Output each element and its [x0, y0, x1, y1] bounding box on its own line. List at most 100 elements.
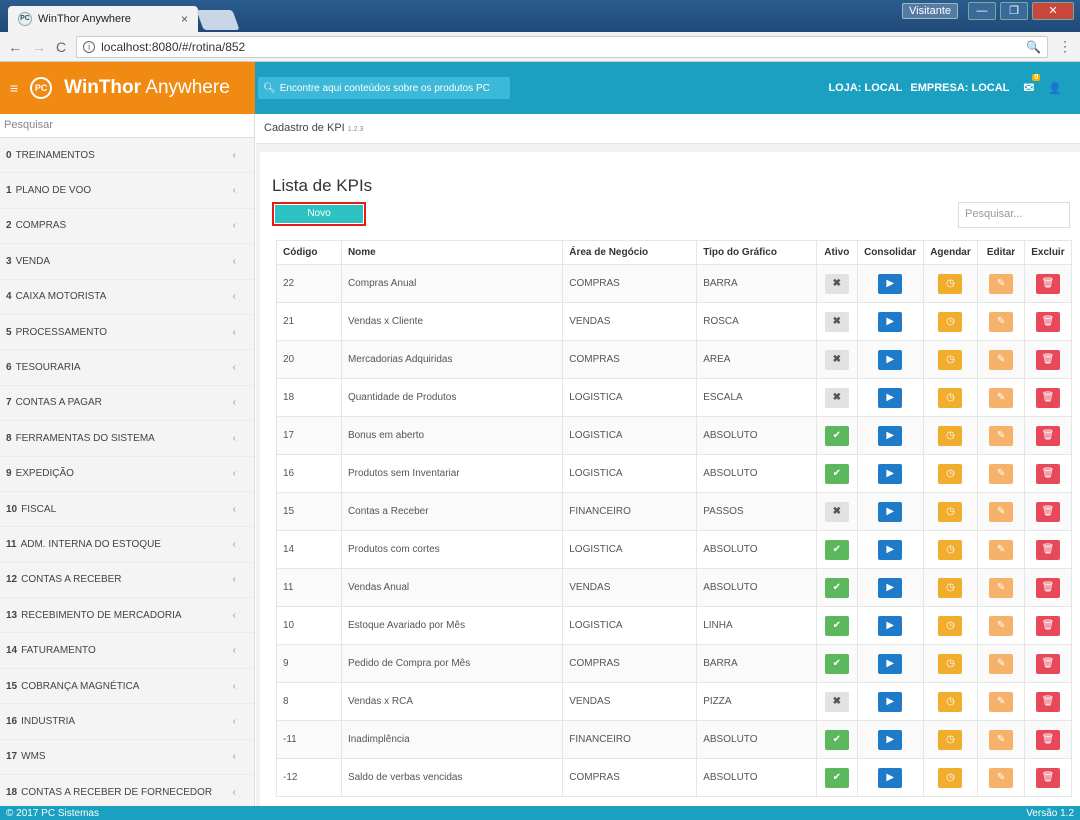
empresa-label[interactable]: EMPRESA: LOCAL [910, 82, 1009, 94]
consolidar-play-icon[interactable]: ▶ [878, 463, 903, 484]
minimize-button[interactable]: — [968, 2, 996, 20]
editar-edit-icon[interactable]: ✎ [989, 539, 1014, 560]
sidebar-item[interactable]: 11 ADM. INTERNA DO ESTOQUE ‹ [0, 527, 254, 563]
profile-button[interactable]: Visitante [902, 3, 958, 19]
agendar-clock-icon[interactable]: ◷ [938, 311, 963, 332]
sidebar-item[interactable]: 7 CONTAS A PAGAR ‹ [0, 386, 254, 422]
ativo-check-icon[interactable]: ✔ [824, 539, 849, 560]
excluir-trash-icon[interactable]: 🗑 [1035, 539, 1060, 560]
excluir-trash-icon[interactable]: 🗑 [1035, 463, 1060, 484]
editar-edit-icon[interactable]: ✎ [989, 425, 1014, 446]
agendar-clock-icon[interactable]: ◷ [938, 273, 963, 294]
reload-icon[interactable]: C [56, 39, 66, 55]
sidebar-item[interactable]: 9 EXPEDIÇÃO ‹ [0, 457, 254, 492]
editar-edit-icon[interactable]: ✎ [989, 767, 1014, 788]
new-kpi-button[interactable]: Novo [272, 202, 366, 226]
editar-edit-icon[interactable]: ✎ [989, 501, 1014, 522]
agendar-clock-icon[interactable]: ◷ [938, 577, 963, 598]
content-search-input[interactable]: 🔍︎ Encontre aqui conteúdos sobre os prod… [258, 77, 510, 99]
sidebar-item[interactable]: 18 CONTAS A RECEBER DE FORNECEDOR ‹ [0, 775, 254, 806]
consolidar-play-icon[interactable]: ▶ [878, 615, 903, 636]
editar-edit-icon[interactable]: ✎ [989, 463, 1014, 484]
consolidar-play-icon[interactable]: ▶ [878, 577, 903, 598]
editar-edit-icon[interactable]: ✎ [989, 387, 1014, 408]
sidebar-item[interactable]: 14 FATURAMENTO ‹ [0, 633, 254, 669]
sidebar-item[interactable]: 1 PLANO DE VOO ‹ [0, 173, 254, 209]
excluir-trash-icon[interactable]: 🗑 [1035, 425, 1060, 446]
agendar-clock-icon[interactable]: ◷ [938, 349, 963, 370]
column-header[interactable]: Tipo do Gráfico [696, 240, 817, 265]
column-header[interactable]: Código [276, 240, 342, 265]
agendar-clock-icon[interactable]: ◷ [938, 691, 963, 712]
consolidar-play-icon[interactable]: ▶ [878, 425, 903, 446]
consolidar-play-icon[interactable]: ▶ [878, 653, 903, 674]
zoom-icon[interactable]: 🔍 [1026, 40, 1041, 54]
consolidar-play-icon[interactable]: ▶ [878, 349, 903, 370]
editar-edit-icon[interactable]: ✎ [989, 349, 1014, 370]
consolidar-play-icon[interactable]: ▶ [878, 311, 903, 332]
back-icon[interactable]: ← [8, 39, 22, 55]
sidebar-item[interactable]: 12 CONTAS A RECEBER ‹ [0, 563, 254, 599]
close-window-button[interactable]: ✕ [1032, 2, 1074, 20]
excluir-trash-icon[interactable]: 🗑 [1035, 729, 1060, 750]
editar-edit-icon[interactable]: ✎ [989, 615, 1014, 636]
column-header[interactable]: Consolidar [856, 240, 924, 265]
table-search-input[interactable]: Pesquisar... [958, 202, 1070, 228]
column-header[interactable]: Excluir [1023, 240, 1073, 265]
sidebar-item[interactable]: 17 WMS ‹ [0, 740, 254, 776]
column-header[interactable]: Nome [340, 240, 564, 265]
sidebar-item[interactable]: 4 CAIXA MOTORISTA ‹ [0, 280, 254, 315]
ativo-cross-icon[interactable]: ✖ [824, 387, 849, 408]
agendar-clock-icon[interactable]: ◷ [938, 729, 963, 750]
editar-edit-icon[interactable]: ✎ [989, 729, 1014, 750]
info-icon[interactable]: i [83, 40, 96, 53]
consolidar-play-icon[interactable]: ▶ [878, 691, 903, 712]
url-field[interactable]: i localhost:8080/#/rotina/852 🔍 [76, 35, 1048, 58]
menu-icon[interactable]: ≡ [10, 80, 18, 96]
excluir-trash-icon[interactable]: 🗑 [1035, 311, 1060, 332]
consolidar-play-icon[interactable]: ▶ [878, 273, 903, 294]
column-header[interactable]: Área de Negócio [562, 240, 698, 265]
sidebar-item[interactable]: 2 COMPRAS ‹ [0, 209, 254, 245]
ativo-check-icon[interactable]: ✔ [824, 425, 849, 446]
agendar-clock-icon[interactable]: ◷ [938, 387, 963, 408]
consolidar-play-icon[interactable]: ▶ [878, 501, 903, 522]
consolidar-play-icon[interactable]: ▶ [878, 767, 903, 788]
consolidar-play-icon[interactable]: ▶ [878, 729, 903, 750]
editar-edit-icon[interactable]: ✎ [989, 311, 1014, 332]
editar-edit-icon[interactable]: ✎ [989, 691, 1014, 712]
agendar-clock-icon[interactable]: ◷ [938, 463, 963, 484]
sidebar-item[interactable]: 10 FISCAL ‹ [0, 492, 254, 528]
sidebar-item[interactable]: 0 TREINAMENTOS ‹ [0, 138, 254, 174]
ativo-check-icon[interactable]: ✔ [824, 653, 849, 674]
sidebar-item[interactable]: 16 INDUSTRIA ‹ [0, 704, 254, 740]
ativo-cross-icon[interactable]: ✖ [824, 691, 849, 712]
ativo-cross-icon[interactable]: ✖ [824, 501, 849, 522]
editar-edit-icon[interactable]: ✎ [989, 273, 1014, 294]
forward-icon[interactable]: → [32, 39, 46, 55]
column-header[interactable]: Editar [977, 240, 1025, 265]
agendar-clock-icon[interactable]: ◷ [938, 653, 963, 674]
sidebar-item[interactable]: 6 TESOURARIA ‹ [0, 350, 254, 386]
sidebar-item[interactable]: 15 COBRANÇA MAGNÉTICA ‹ [0, 669, 254, 705]
ativo-cross-icon[interactable]: ✖ [824, 311, 849, 332]
consolidar-play-icon[interactable]: ▶ [878, 539, 903, 560]
excluir-trash-icon[interactable]: 🗑 [1035, 273, 1060, 294]
excluir-trash-icon[interactable]: 🗑 [1035, 577, 1060, 598]
agendar-clock-icon[interactable]: ◷ [938, 501, 963, 522]
mail-icon[interactable]: ✉ 0 [1023, 74, 1041, 96]
sidebar-item[interactable]: 13 RECEBIMENTO DE MERCADORIA ‹ [0, 598, 254, 634]
sidebar-search-input[interactable]: Pesquisar [0, 114, 254, 138]
ativo-check-icon[interactable]: ✔ [824, 767, 849, 788]
sidebar-item[interactable]: 3 VENDA ‹ [0, 244, 254, 280]
sidebar-item[interactable]: 8 FERRAMENTAS DO SISTEMA ‹ [0, 421, 254, 457]
excluir-trash-icon[interactable]: 🗑 [1035, 615, 1060, 636]
tab-close-icon[interactable]: × [181, 12, 188, 26]
editar-edit-icon[interactable]: ✎ [989, 653, 1014, 674]
ativo-check-icon[interactable]: ✔ [824, 577, 849, 598]
column-header[interactable]: Agendar [922, 240, 979, 265]
excluir-trash-icon[interactable]: 🗑 [1035, 691, 1060, 712]
browser-menu-icon[interactable]: ⋮ [1058, 38, 1072, 55]
agendar-clock-icon[interactable]: ◷ [938, 767, 963, 788]
maximize-button[interactable]: ❐ [1000, 2, 1028, 20]
